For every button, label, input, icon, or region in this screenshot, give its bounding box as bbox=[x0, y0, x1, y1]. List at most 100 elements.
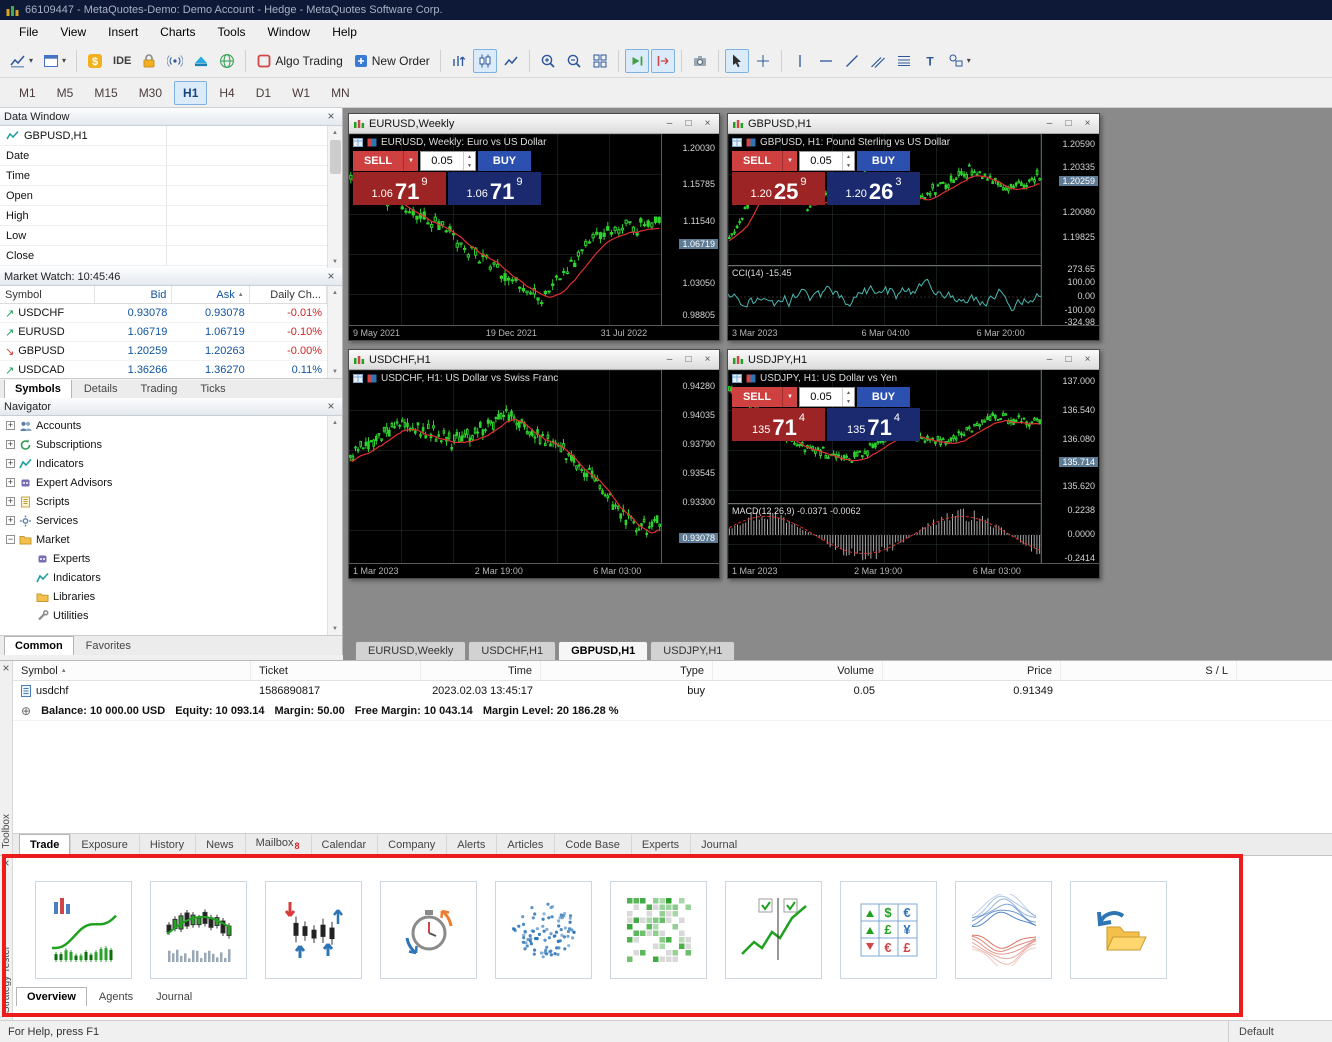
maximize-icon[interactable] bbox=[681, 353, 696, 367]
chart-tab-eurusd[interactable]: EURUSD,Weekly bbox=[355, 641, 466, 660]
candlestick-view-button[interactable] bbox=[473, 49, 497, 73]
sell-button[interactable]: SELL bbox=[732, 151, 782, 171]
zoom-out-button[interactable] bbox=[562, 49, 586, 73]
algo-trading-button[interactable]: Algo Trading bbox=[252, 49, 346, 73]
timeframe-d1[interactable]: D1 bbox=[247, 81, 280, 105]
sell-dropdown-icon[interactable] bbox=[782, 387, 797, 407]
timeframe-mn[interactable]: MN bbox=[322, 81, 359, 105]
sell-button[interactable]: SELL bbox=[732, 387, 782, 407]
expand-icon[interactable] bbox=[6, 478, 15, 487]
menu-insert[interactable]: Insert bbox=[97, 21, 149, 43]
menu-tools[interactable]: Tools bbox=[207, 21, 257, 43]
volume-down-icon[interactable] bbox=[464, 161, 475, 170]
tree-item-subscriptions[interactable]: Subscriptions bbox=[0, 435, 342, 454]
community-button[interactable] bbox=[215, 49, 239, 73]
line-chart-view-button[interactable] bbox=[499, 49, 523, 73]
tab-common[interactable]: Common bbox=[4, 636, 74, 655]
chart-titlebar[interactable]: USDJPY,H1 bbox=[728, 350, 1099, 370]
timeframe-m15[interactable]: M15 bbox=[85, 81, 126, 105]
tab-agents[interactable]: Agents bbox=[88, 987, 144, 1006]
tab-symbols[interactable]: Symbols bbox=[4, 379, 72, 398]
cursor-button[interactable] bbox=[725, 49, 749, 73]
position-row[interactable]: usdchf 1586890817 2023.02.03 13:45:17 bu… bbox=[13, 681, 1332, 701]
volume-down-icon[interactable] bbox=[843, 161, 854, 170]
sell-dropdown-icon[interactable] bbox=[403, 151, 418, 171]
tab-trade[interactable]: Trade bbox=[19, 834, 70, 855]
tab-details[interactable]: Details bbox=[73, 379, 129, 398]
buy-price[interactable]: 1.06719 bbox=[448, 172, 541, 205]
menu-view[interactable]: View bbox=[49, 21, 97, 43]
buy-button[interactable]: BUY bbox=[857, 151, 910, 171]
chart-shift-button[interactable] bbox=[651, 49, 675, 73]
volume-up-icon[interactable] bbox=[464, 152, 475, 161]
tree-item-accounts[interactable]: Accounts bbox=[0, 416, 342, 435]
sell-dropdown-icon[interactable] bbox=[782, 151, 797, 171]
scroll-down-icon[interactable] bbox=[329, 622, 342, 635]
buy-price[interactable]: 1.20263 bbox=[827, 172, 920, 205]
scroll-up-icon[interactable] bbox=[329, 416, 342, 429]
timeframe-m1[interactable]: M1 bbox=[10, 81, 45, 105]
tile-windows-button[interactable] bbox=[588, 49, 612, 73]
chart-tab-usdjpy[interactable]: USDJPY,H1 bbox=[650, 641, 735, 660]
tile-load-results[interactable] bbox=[1070, 881, 1167, 979]
buy-price[interactable]: 135714 bbox=[827, 408, 920, 441]
expand-icon[interactable] bbox=[6, 497, 15, 506]
tab-journal[interactable]: Journal bbox=[690, 834, 748, 855]
sell-price[interactable]: 135714 bbox=[732, 408, 825, 441]
tab-company[interactable]: Company bbox=[377, 834, 446, 855]
maximize-icon[interactable] bbox=[681, 117, 696, 131]
close-icon[interactable] bbox=[1080, 353, 1095, 367]
bar-chart-view-button[interactable] bbox=[447, 49, 471, 73]
column-ask[interactable]: Ask bbox=[172, 286, 249, 303]
volume-up-icon[interactable] bbox=[843, 152, 854, 161]
menu-charts[interactable]: Charts bbox=[149, 21, 206, 43]
tree-item-scripts[interactable]: Scripts bbox=[0, 492, 342, 511]
tab-exposure[interactable]: Exposure bbox=[70, 834, 138, 855]
timeframe-h1[interactable]: H1 bbox=[174, 81, 207, 105]
crosshair-button[interactable] bbox=[751, 49, 775, 73]
tile-market-scan[interactable] bbox=[610, 881, 707, 979]
tab-history[interactable]: History bbox=[139, 834, 195, 855]
close-icon[interactable] bbox=[1080, 117, 1095, 131]
menu-window[interactable]: Window bbox=[257, 21, 322, 43]
zoom-in-button[interactable] bbox=[536, 49, 560, 73]
column-time[interactable]: Time bbox=[421, 661, 541, 680]
tree-item-market-experts[interactable]: Experts bbox=[0, 549, 342, 568]
sell-price[interactable]: 1.06719 bbox=[353, 172, 446, 205]
tree-item-market-indicators[interactable]: Indicators bbox=[0, 568, 342, 587]
vps-button[interactable] bbox=[189, 49, 213, 73]
sell-button[interactable]: SELL bbox=[353, 151, 403, 171]
channel-button[interactable] bbox=[866, 49, 890, 73]
menu-help[interactable]: Help bbox=[321, 21, 368, 43]
tab-mailbox[interactable]: Mailbox8 bbox=[245, 832, 311, 855]
minimize-icon[interactable] bbox=[662, 353, 677, 367]
volume-input[interactable] bbox=[800, 388, 842, 406]
tab-experts[interactable]: Experts bbox=[631, 834, 690, 855]
horizontal-line-button[interactable] bbox=[814, 49, 838, 73]
close-icon[interactable] bbox=[324, 400, 338, 413]
scroll-thumb[interactable] bbox=[330, 140, 341, 174]
auto-scroll-button[interactable] bbox=[625, 49, 649, 73]
column-type[interactable]: Type bbox=[541, 661, 713, 680]
close-icon[interactable] bbox=[700, 353, 715, 367]
expand-icon[interactable] bbox=[6, 516, 15, 525]
column-symbol[interactable]: Symbol bbox=[13, 661, 251, 680]
tab-news[interactable]: News bbox=[195, 834, 245, 855]
tab-articles[interactable]: Articles bbox=[496, 834, 554, 855]
volume-input[interactable] bbox=[800, 152, 842, 170]
new-chart-button[interactable] bbox=[6, 49, 37, 73]
timeframe-m5[interactable]: M5 bbox=[48, 81, 83, 105]
chart-tab-usdchf[interactable]: USDCHF,H1 bbox=[468, 641, 556, 660]
expand-icon[interactable] bbox=[6, 459, 15, 468]
tab-trading[interactable]: Trading bbox=[129, 379, 188, 398]
timeframe-w1[interactable]: W1 bbox=[283, 81, 319, 105]
minimize-icon[interactable] bbox=[662, 117, 677, 131]
scrollbar[interactable] bbox=[327, 286, 342, 378]
close-icon[interactable] bbox=[0, 857, 13, 870]
tab-favorites[interactable]: Favorites bbox=[75, 636, 142, 655]
scroll-up-icon[interactable] bbox=[329, 126, 342, 139]
timeframe-h4[interactable]: H4 bbox=[210, 81, 243, 105]
minimize-icon[interactable] bbox=[1042, 353, 1057, 367]
sell-price[interactable]: 1.20259 bbox=[732, 172, 825, 205]
menu-file[interactable]: File bbox=[8, 21, 49, 43]
